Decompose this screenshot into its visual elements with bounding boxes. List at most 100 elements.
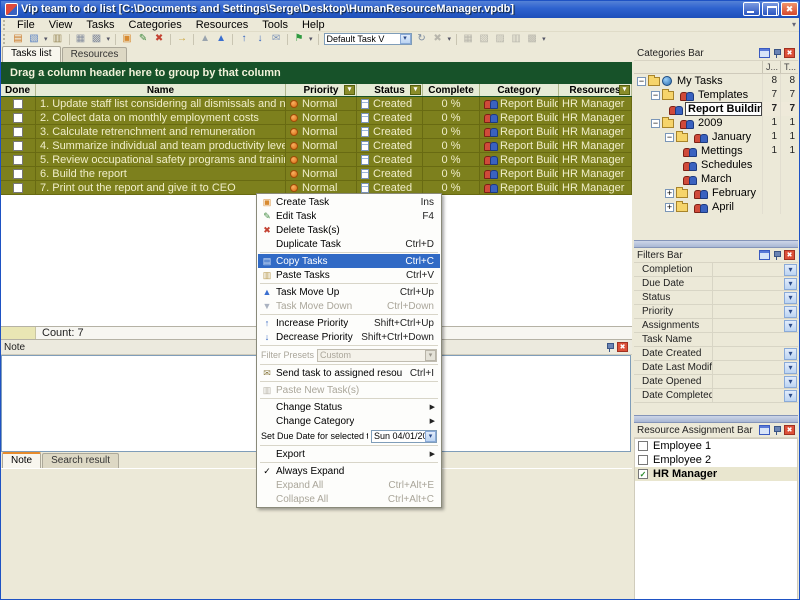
toolbar-dropdown-icon[interactable]: ▾ (107, 35, 111, 43)
toolbar-drag-handle[interactable] (3, 34, 7, 44)
menu-item-categories[interactable]: Categories (122, 18, 189, 32)
tab-resources[interactable]: Resources (62, 47, 128, 62)
done-checkbox[interactable] (13, 141, 23, 151)
resource-checkbox[interactable] (638, 455, 648, 465)
toolbar-dropdown-icon[interactable]: ▾ (44, 35, 48, 43)
pin-icon[interactable] (605, 342, 615, 352)
collapse-icon[interactable]: − (651, 91, 660, 100)
combo-arrow-icon[interactable]: ▾ (425, 431, 436, 442)
print-preview-icon[interactable]: ▩ (89, 33, 105, 46)
column-header-status[interactable]: Status▾ (357, 84, 423, 96)
float-window-icon[interactable] (759, 48, 770, 58)
mail-icon[interactable]: ✉ (268, 33, 284, 46)
dropdown-arrow-icon[interactable]: ▾ (784, 362, 797, 374)
column-header-name[interactable]: Name (36, 84, 286, 96)
restore-button[interactable] (762, 2, 779, 16)
filter-due-date[interactable]: Due Date▾ (634, 277, 798, 291)
send-task-icon[interactable]: → (174, 33, 190, 46)
filter-date-last-modifi[interactable]: Date Last Modifi▾ (634, 361, 798, 375)
column-header-category[interactable]: Category (480, 84, 559, 96)
dropdown-arrow-icon[interactable]: ▾ (784, 376, 797, 388)
task-view-combo[interactable]: Default Task V▾ (324, 33, 412, 45)
save-list-icon[interactable]: ▥ (50, 33, 66, 46)
done-checkbox[interactable] (13, 183, 23, 193)
panel-splitter[interactable] (634, 415, 798, 423)
increase-priority-icon[interactable]: ↑ (236, 33, 252, 46)
dropdown-arrow-icon[interactable]: ▾ (784, 292, 797, 304)
filter-priority[interactable]: Priority▾ (634, 305, 798, 319)
menu-item-export[interactable]: Export▶ (258, 447, 440, 461)
done-checkbox[interactable] (13, 113, 23, 123)
menu-combo-set-due-date-for-selected-tasks[interactable]: Sun 04/01/2009▾ (371, 430, 437, 443)
minimize-button[interactable] (743, 2, 760, 16)
filter-arrow-icon[interactable]: ▾ (344, 85, 355, 95)
column-header-resources[interactable]: Resources▾ (559, 84, 632, 96)
category-report-building[interactable]: Report Building77 (634, 102, 798, 116)
task-row[interactable]: 5. Review occupational safety programs a… (0, 153, 632, 167)
task-row[interactable]: 4. Summarize individual and team product… (0, 139, 632, 153)
menu-item-edit-task[interactable]: ✎Edit TaskF4 (258, 209, 440, 223)
new-list-icon[interactable]: ▤ (10, 33, 26, 46)
categories-col2-header[interactable]: T... (780, 61, 798, 73)
panel-splitter[interactable] (634, 240, 798, 248)
grid-report-icon[interactable]: ▨ (492, 33, 508, 46)
delete-task-icon[interactable]: ✖ (151, 33, 167, 46)
toolbar-dropdown-icon[interactable]: ▾ (448, 35, 452, 43)
resource-checkbox[interactable]: ✓ (638, 469, 648, 479)
toolbar-dropdown-icon[interactable]: ▾ (542, 35, 546, 43)
pin-icon[interactable] (772, 425, 782, 435)
resource-checkbox[interactable] (638, 441, 648, 451)
menu-item-task-move-up[interactable]: ▲Task Move UpCtrl+Up (258, 285, 440, 299)
create-task-icon[interactable]: ▣ (119, 33, 135, 46)
task-row[interactable]: 6. Build the reportNormalCreated0 %Repor… (0, 167, 632, 181)
task-row[interactable]: 3. Calculate retrenchment and remunerati… (0, 125, 632, 139)
combo-arrow-icon[interactable]: ▾ (400, 34, 411, 44)
column-header-priority[interactable]: Priority▾ (286, 84, 357, 96)
done-checkbox[interactable] (13, 155, 23, 165)
menu-item-increase-priority[interactable]: ↑Increase PriorityShift+Ctrl+Up (258, 316, 440, 330)
category-april[interactable]: +April (634, 200, 798, 214)
menu-item-file[interactable]: File (10, 18, 42, 32)
filter-arrow-icon[interactable]: ▾ (619, 85, 630, 95)
category-2009[interactable]: −200911 (634, 116, 798, 130)
filter-icon[interactable]: ⚑ (291, 33, 307, 46)
done-checkbox[interactable] (13, 127, 23, 137)
menu-item-change-category[interactable]: Change Category▶ (258, 414, 440, 428)
toolbar-dropdown-icon[interactable]: ▾ (309, 35, 313, 43)
float-window-icon[interactable] (759, 250, 770, 260)
filter-assignments[interactable]: Assignments▾ (634, 319, 798, 333)
categories-col1-header[interactable]: J... (762, 61, 780, 73)
done-checkbox[interactable] (13, 169, 23, 179)
menu-item-set-due-date-for-selected-tasks[interactable]: Set Due Date for selected tasksSun 04/01… (258, 428, 440, 444)
clear-filter-icon[interactable]: ✖ (430, 33, 446, 46)
edit-task-icon[interactable]: ✎ (135, 33, 151, 46)
category-templates[interactable]: −Templates77 (634, 88, 798, 102)
collapse-icon[interactable]: − (651, 119, 660, 128)
column-header-done[interactable]: Done (0, 84, 36, 96)
decrease-priority-icon[interactable]: ↓ (252, 33, 268, 46)
close-icon[interactable]: ✖ (784, 48, 795, 58)
dropdown-arrow-icon[interactable]: ▾ (784, 278, 797, 290)
filter-task-name[interactable]: Task Name (634, 333, 798, 347)
menu-item-tools[interactable]: Tools (255, 18, 295, 32)
menu-item-create-task[interactable]: ▣Create TaskIns (258, 195, 440, 209)
filter-date-opened[interactable]: Date Opened▾ (634, 375, 798, 389)
collapse-icon[interactable]: − (637, 77, 646, 86)
category-january[interactable]: −January11 (634, 130, 798, 144)
expand-icon[interactable]: + (665, 203, 674, 212)
tab-tasks-list[interactable]: Tasks list (2, 46, 61, 62)
filter-arrow-icon[interactable]: ▾ (410, 85, 421, 95)
filter-completion[interactable]: Completion▾ (634, 263, 798, 277)
menu-item-paste-tasks[interactable]: ▥Paste TasksCtrl+V (258, 268, 440, 282)
category-my-tasks[interactable]: −My Tasks88 (634, 74, 798, 88)
expand-icon[interactable]: + (665, 189, 674, 198)
menu-item-delete-task-s[interactable]: ✖Delete Task(s) (258, 223, 440, 237)
dropdown-arrow-icon[interactable]: ▾ (784, 348, 797, 360)
menu-item-resources[interactable]: Resources (189, 18, 256, 32)
resource-employee-2[interactable]: Employee 2 (635, 453, 797, 467)
category-february[interactable]: +February (634, 186, 798, 200)
tab-note[interactable]: Note (2, 452, 41, 468)
collapse-icon[interactable]: − (665, 133, 674, 142)
dropdown-arrow-icon[interactable]: ▾ (784, 264, 797, 276)
resource-hr-manager[interactable]: ✓HR Manager (635, 467, 797, 481)
